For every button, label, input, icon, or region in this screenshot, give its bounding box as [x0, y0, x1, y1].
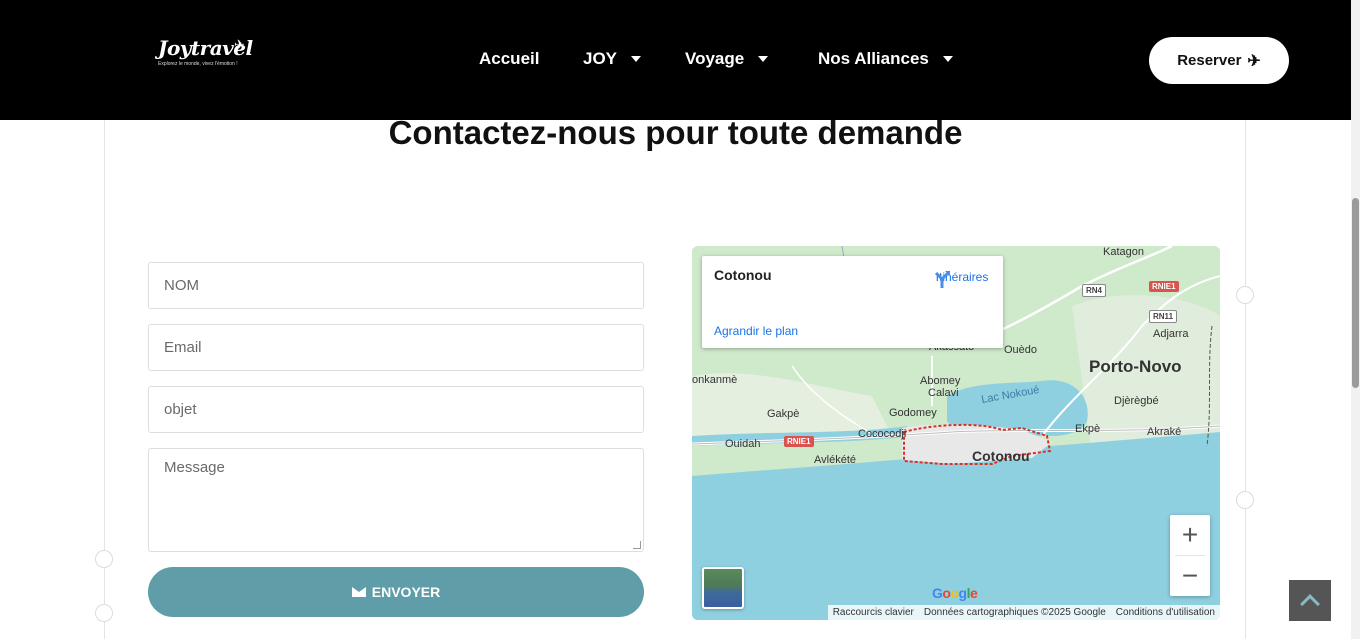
map-data-credit: Données cartographiques ©2025 Google	[923, 607, 1106, 618]
nav-item-label: Accueil	[479, 49, 540, 68]
directions-button[interactable]: Itinéraires	[931, 268, 993, 288]
map-attribution: Raccourcis clavier Données cartographiqu…	[827, 605, 1220, 620]
enlarge-map-link[interactable]: Agrandir le plan	[714, 324, 798, 338]
directions-icon	[934, 271, 950, 288]
nav-item-voyage[interactable]: Voyage	[685, 49, 769, 69]
map-place-djeregbe: Djèrègbé	[1114, 395, 1159, 407]
terms-link[interactable]: Conditions d'utilisation	[1111, 607, 1220, 618]
zoom-in-button[interactable]: +	[1170, 515, 1210, 555]
timeline-dot	[95, 550, 113, 568]
timeline-line-right	[1245, 120, 1246, 639]
email-input[interactable]: Email	[148, 324, 644, 371]
site-logo[interactable]: Joytravel ✈ Explorez le monde, vivez l'é…	[158, 36, 253, 67]
subject-placeholder: objet	[164, 401, 197, 418]
nav-item-accueil[interactable]: Accueil	[479, 49, 539, 69]
road-shield-rn11: RN11	[1149, 310, 1178, 323]
map-place-abomey: Abomey	[920, 375, 961, 387]
send-button-label: ENVOYER	[371, 584, 441, 600]
page-scrollbar[interactable]	[1351, 0, 1360, 639]
message-placeholder: Message	[164, 459, 225, 476]
map-place-adjarra: Adjarra	[1153, 328, 1189, 340]
map-place-gakpe: Gakpè	[767, 408, 800, 420]
back-to-top-button[interactable]	[1289, 580, 1331, 621]
logo-plane-icon: ✈	[234, 37, 245, 52]
map-place-ouidah: Ouidah	[725, 438, 761, 450]
caret-down-icon	[758, 56, 769, 62]
road-shield-rn4: RN4	[1082, 284, 1107, 297]
name-input[interactable]: NOM	[148, 262, 644, 309]
name-placeholder: NOM	[164, 277, 199, 294]
reserve-button-label: Reserver	[1177, 52, 1242, 69]
scrollbar-thumb[interactable]	[1352, 198, 1359, 388]
timeline-dot	[95, 604, 113, 622]
zoom-out-button[interactable]: −	[1170, 556, 1210, 596]
map-place-katagon: Katagon	[1103, 246, 1144, 258]
resize-grip-icon[interactable]	[633, 541, 641, 549]
map-place-calavi: Calavi	[928, 387, 959, 399]
plane-icon: ✈	[1247, 52, 1261, 70]
caret-down-icon	[942, 56, 953, 62]
google-logo: Google	[932, 585, 978, 601]
map-place-avlekete: Avlékété	[814, 454, 856, 466]
map-place-cococodji: Cococodji	[858, 428, 907, 440]
road-shield-rnie1: RNIE1	[784, 436, 814, 447]
map-place-godomey: Godomey	[889, 407, 937, 419]
message-textarea[interactable]: Message	[148, 448, 644, 552]
timeline-dot	[1236, 491, 1254, 509]
nav-item-label: Voyage	[685, 49, 745, 68]
page-title: Contactez-nous pour toute demande	[388, 114, 963, 151]
logo-tagline: Explorez le monde, vivez l'émotion !	[158, 61, 238, 67]
caret-down-icon	[631, 56, 642, 62]
nav-item-joy[interactable]: JOY	[583, 49, 642, 69]
map-place-akrake: Akraké	[1147, 426, 1182, 438]
reserve-button[interactable]: Reserver ✈	[1149, 37, 1289, 84]
map-info-card: Cotonou Itinéraires Agrandir le plan	[702, 256, 1003, 348]
timeline-dot	[1236, 286, 1254, 304]
map-zoom-controls: + −	[1170, 515, 1210, 596]
map-place-ekpe: Ekpè	[1075, 423, 1101, 435]
send-button[interactable]: ENVOYER	[148, 567, 644, 617]
map-layer-toggle[interactable]	[702, 567, 744, 609]
subject-input[interactable]: objet	[148, 386, 644, 433]
nav-item-label: JOY	[583, 49, 618, 68]
email-placeholder: Email	[164, 339, 202, 356]
keyboard-shortcuts-link[interactable]: Raccourcis clavier	[828, 607, 919, 618]
map-place-ouedo: Ouèdo	[1004, 344, 1038, 356]
map-card-title: Cotonou	[714, 267, 772, 283]
site-header: Joytravel ✈ Explorez le monde, vivez l'é…	[0, 0, 1360, 120]
map-place-onkanme: onkanmè	[692, 374, 738, 386]
nav-item-label: Nos Alliances	[818, 49, 929, 68]
map-place-cotonou: Cotonou	[972, 448, 1030, 464]
road-shield-rnie1: RNIE1	[1149, 281, 1179, 292]
envelope-icon	[351, 587, 366, 597]
chevron-up-icon	[1300, 593, 1320, 614]
google-map[interactable]: Katagon Adjarra Porto-Novo Akassato Ouèd…	[692, 246, 1220, 620]
nav-item-nos-alliances[interactable]: Nos Alliances	[818, 49, 953, 69]
map-place-porto-novo: Porto-Novo	[1089, 357, 1182, 376]
